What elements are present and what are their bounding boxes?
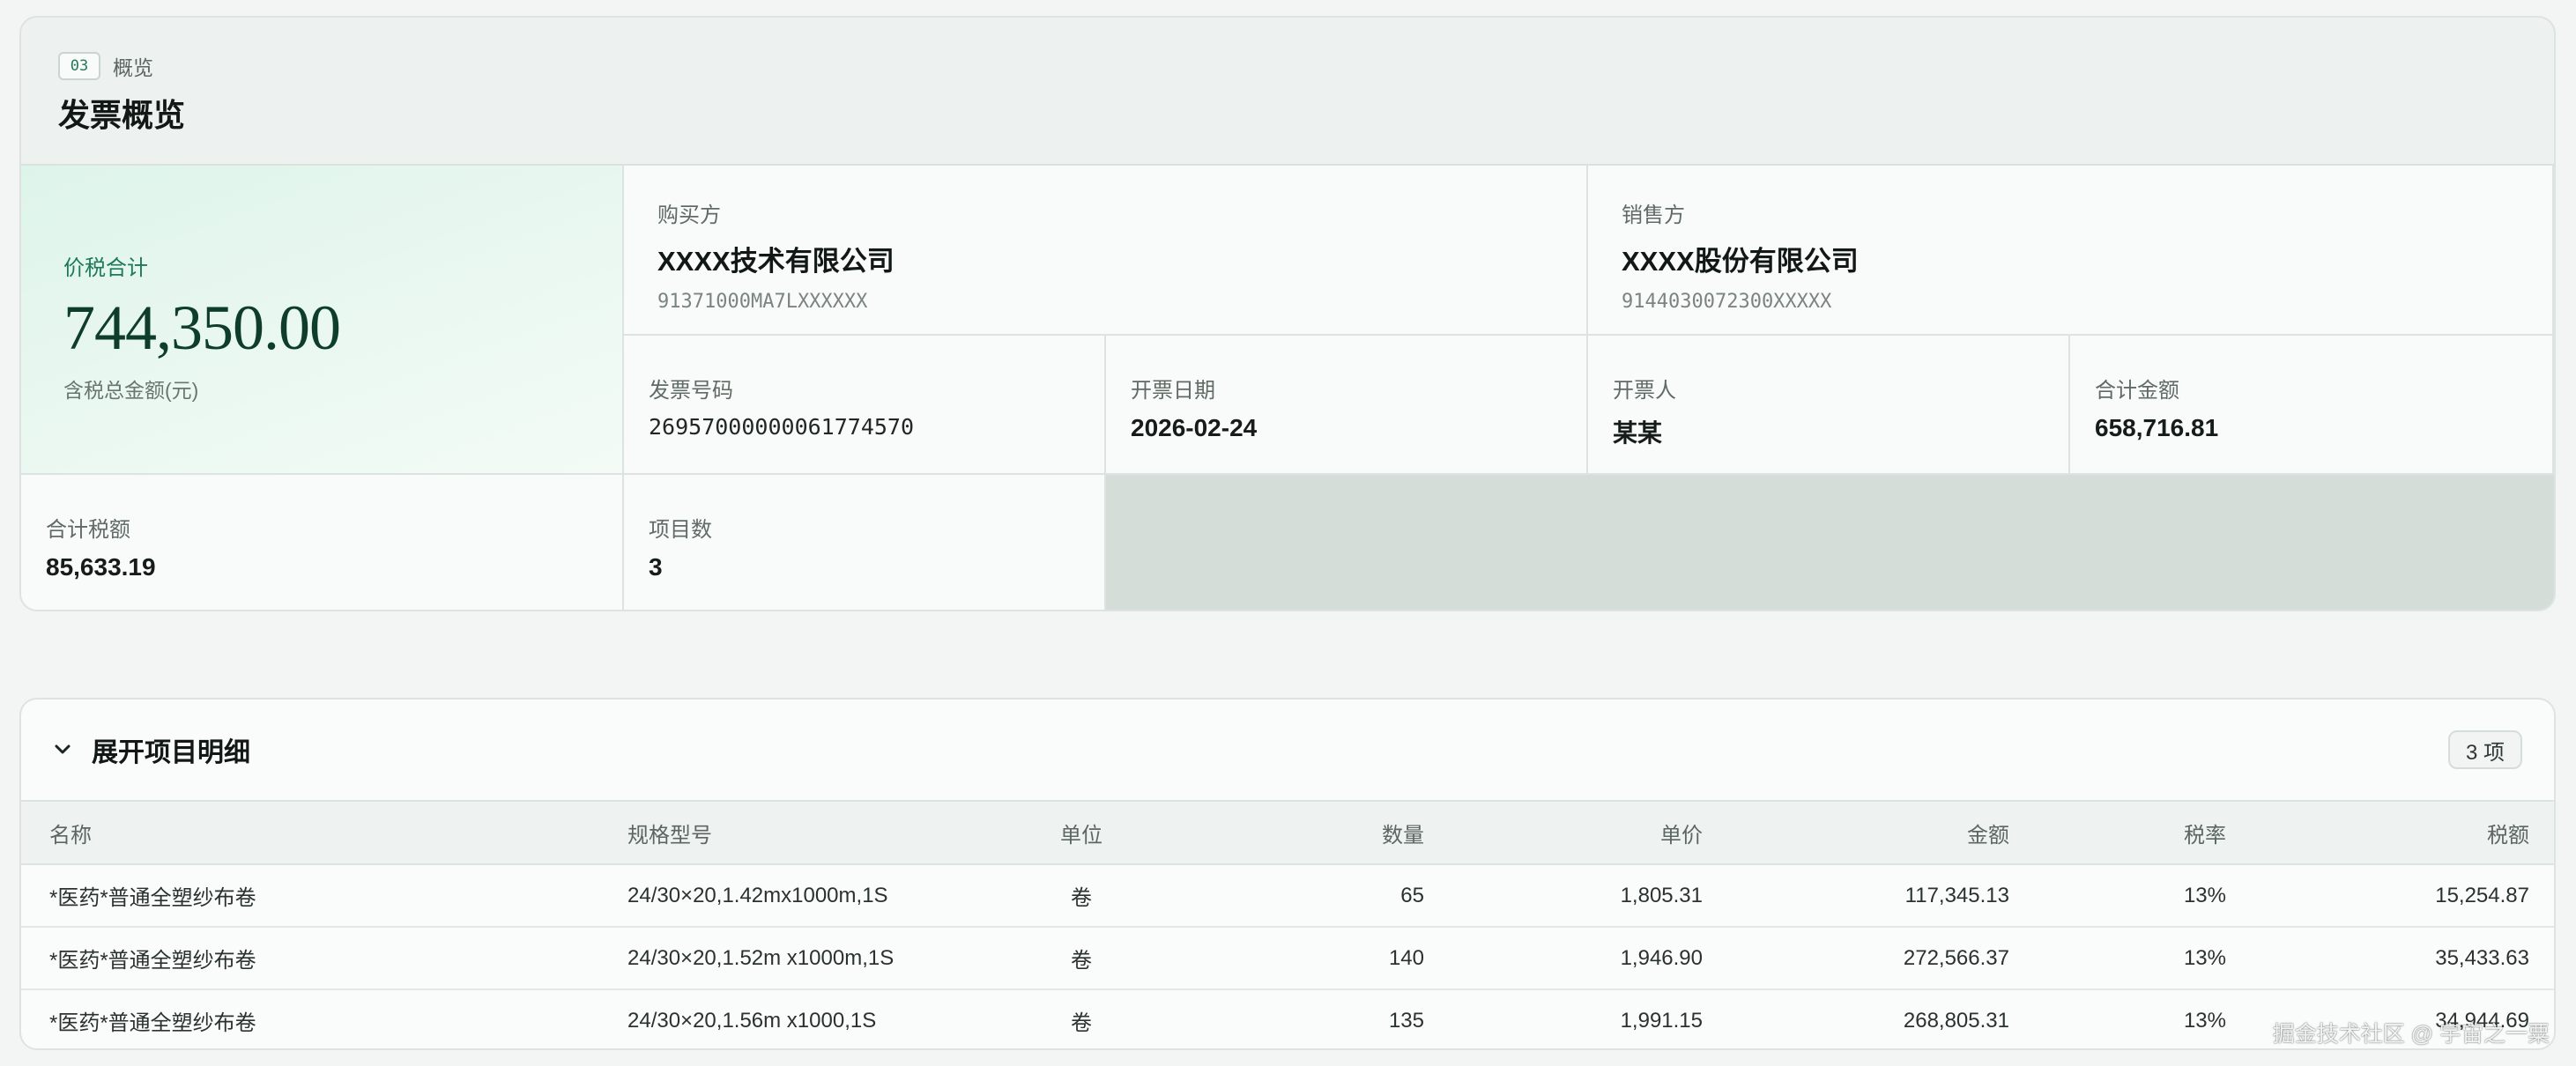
overview-grid: 价税合计 744,350.00 含税总金额(元) 购买方 XXXX技术有限公司 … [21, 164, 2554, 610]
seller-tax-id: 9144030072300XXXXX [1622, 291, 1832, 313]
issue-date-label: 开票日期 [1131, 379, 1215, 403]
cell-tax-rate: 13% [2183, 1008, 2226, 1033]
item-count-label: 项目数 [649, 518, 712, 542]
cell-tax-rate: 13% [2183, 945, 2226, 970]
buyer-panel: 购买方 XXXX技术有限公司 91371000MA7LXXXXXX [624, 166, 1588, 336]
step-label: 概览 [113, 56, 153, 79]
issuer-label: 开票人 [1613, 379, 1676, 403]
buyer-tax-id: 91371000MA7LXXXXXX [657, 291, 868, 313]
total-amount-panel: 价税合计 744,350.00 含税总金额(元) [21, 166, 624, 475]
tax-total-value: 85,633.19 [46, 553, 156, 581]
seller-name: XXXX股份有限公司 [1622, 246, 1859, 277]
cell-unit: 卷 [1071, 886, 1092, 910]
cell-quantity: 65 [1400, 883, 1424, 907]
column-header-unit-price: 单价 [1424, 800, 1703, 865]
seller-label: 销售方 [1622, 204, 1685, 227]
cell-unit: 卷 [1071, 1011, 1092, 1035]
details-toggle[interactable]: 展开项目明细 3 项 [21, 700, 2554, 800]
cell-spec: 24/30×20,1.42mx1000m,1S [627, 883, 888, 907]
buyer-name: XXXX技术有限公司 [657, 246, 895, 277]
cell-amount: 268,805.31 [1903, 1008, 2009, 1033]
chevron-down-icon[interactable] [51, 738, 74, 761]
items-table: 名称 规格型号 单位 数量 单价 金额 税率 税额 *医药*普通全塑纱布卷 24… [21, 800, 2554, 1048]
cell-unit-price: 1,946.90 [1620, 945, 1703, 970]
column-header-amount: 金额 [1703, 800, 2009, 865]
cell-name: *医药*普通全塑纱布卷 [49, 886, 256, 910]
column-header-tax-rate: 税率 [2009, 800, 2226, 865]
buyer-label: 购买方 [657, 204, 721, 227]
issue-date-field: 开票日期 2026-02-24 [1106, 336, 1588, 475]
cell-quantity: 140 [1388, 945, 1424, 970]
column-header-name: 名称 [21, 800, 627, 865]
issuer-field: 开票人 某某 [1588, 336, 2070, 475]
item-count-value: 3 [649, 553, 663, 581]
issue-date-value: 2026-02-24 [1131, 414, 1258, 441]
cell-amount: 272,566.37 [1903, 945, 2009, 970]
tax-total-field: 合计税额 85,633.19 [21, 475, 624, 610]
invoice-number-field: 发票号码 26957000000061774570 [624, 336, 1106, 475]
step-badge: 03 [58, 52, 100, 80]
issuer-value: 某某 [1613, 419, 1663, 447]
watermark: 掘金技术社区 @ 宇宙之一粟 [2272, 1022, 2550, 1047]
table-row: *医药*普通全塑纱布卷 24/30×20,1.52m x1000m,1S 卷 1… [21, 927, 2554, 989]
invoice-number-label: 发票号码 [649, 379, 733, 403]
amount-label: 合计金额 [2095, 379, 2179, 403]
column-header-quantity: 数量 [1174, 800, 1424, 865]
cell-spec: 24/30×20,1.56m x1000,1S [627, 1008, 877, 1033]
tax-total-label: 合计税额 [46, 518, 130, 542]
cell-quantity: 135 [1388, 1008, 1424, 1033]
cell-tax: 35,433.63 [2435, 945, 2529, 970]
item-count-field: 项目数 3 [624, 475, 1106, 610]
cell-name: *医药*普通全塑纱布卷 [49, 1011, 256, 1035]
table-row: *医药*普通全塑纱布卷 24/30×20,1.56m x1000,1S 卷 13… [21, 989, 2554, 1048]
page-title: 发票概览 [58, 97, 186, 133]
invoice-number-value: 26957000000061774570 [649, 414, 915, 440]
amount-field: 合计金额 658,716.81 [2070, 336, 2554, 475]
overview-header: 03 概览 发票概览 [21, 18, 2554, 164]
table-row: *医药*普通全塑纱布卷 24/30×20,1.42mx1000m,1S 卷 65… [21, 864, 2554, 927]
cell-amount: 117,345.13 [1904, 883, 2009, 907]
column-header-spec: 规格型号 [627, 800, 989, 865]
details-title[interactable]: 展开项目明细 [92, 730, 250, 769]
total-value: 744,350.00 [63, 292, 341, 363]
cell-unit-price: 1,991.15 [1620, 1008, 1703, 1033]
amount-value: 658,716.81 [2095, 414, 2219, 441]
seller-panel: 销售方 XXXX股份有限公司 9144030072300XXXXX [1588, 166, 2554, 336]
invoice-overview-card: 03 概览 发票概览 价税合计 744,350.00 含税总金额(元) 购买方 … [19, 16, 2556, 611]
empty-grid-area [1106, 475, 2554, 610]
cell-unit-price: 1,805.31 [1620, 883, 1703, 907]
column-header-tax: 税额 [2226, 800, 2554, 865]
cell-tax-rate: 13% [2183, 883, 2226, 907]
cell-name: *医药*普通全塑纱布卷 [49, 949, 256, 973]
item-count-badge: 3 项 [2447, 730, 2522, 769]
column-header-unit: 单位 [989, 800, 1174, 865]
cell-spec: 24/30×20,1.52m x1000m,1S [627, 945, 895, 970]
item-details-card: 展开项目明细 3 项 名称 规格型号 单位 数量 单价 金额 税率 税额 *医药… [19, 698, 2556, 1050]
cell-tax: 15,254.87 [2435, 883, 2529, 907]
table-header-row: 名称 规格型号 单位 数量 单价 金额 税率 税额 [21, 800, 2554, 865]
total-label: 价税合计 [63, 256, 148, 280]
total-subtitle: 含税总金额(元) [63, 379, 199, 402]
cell-unit: 卷 [1071, 949, 1092, 973]
